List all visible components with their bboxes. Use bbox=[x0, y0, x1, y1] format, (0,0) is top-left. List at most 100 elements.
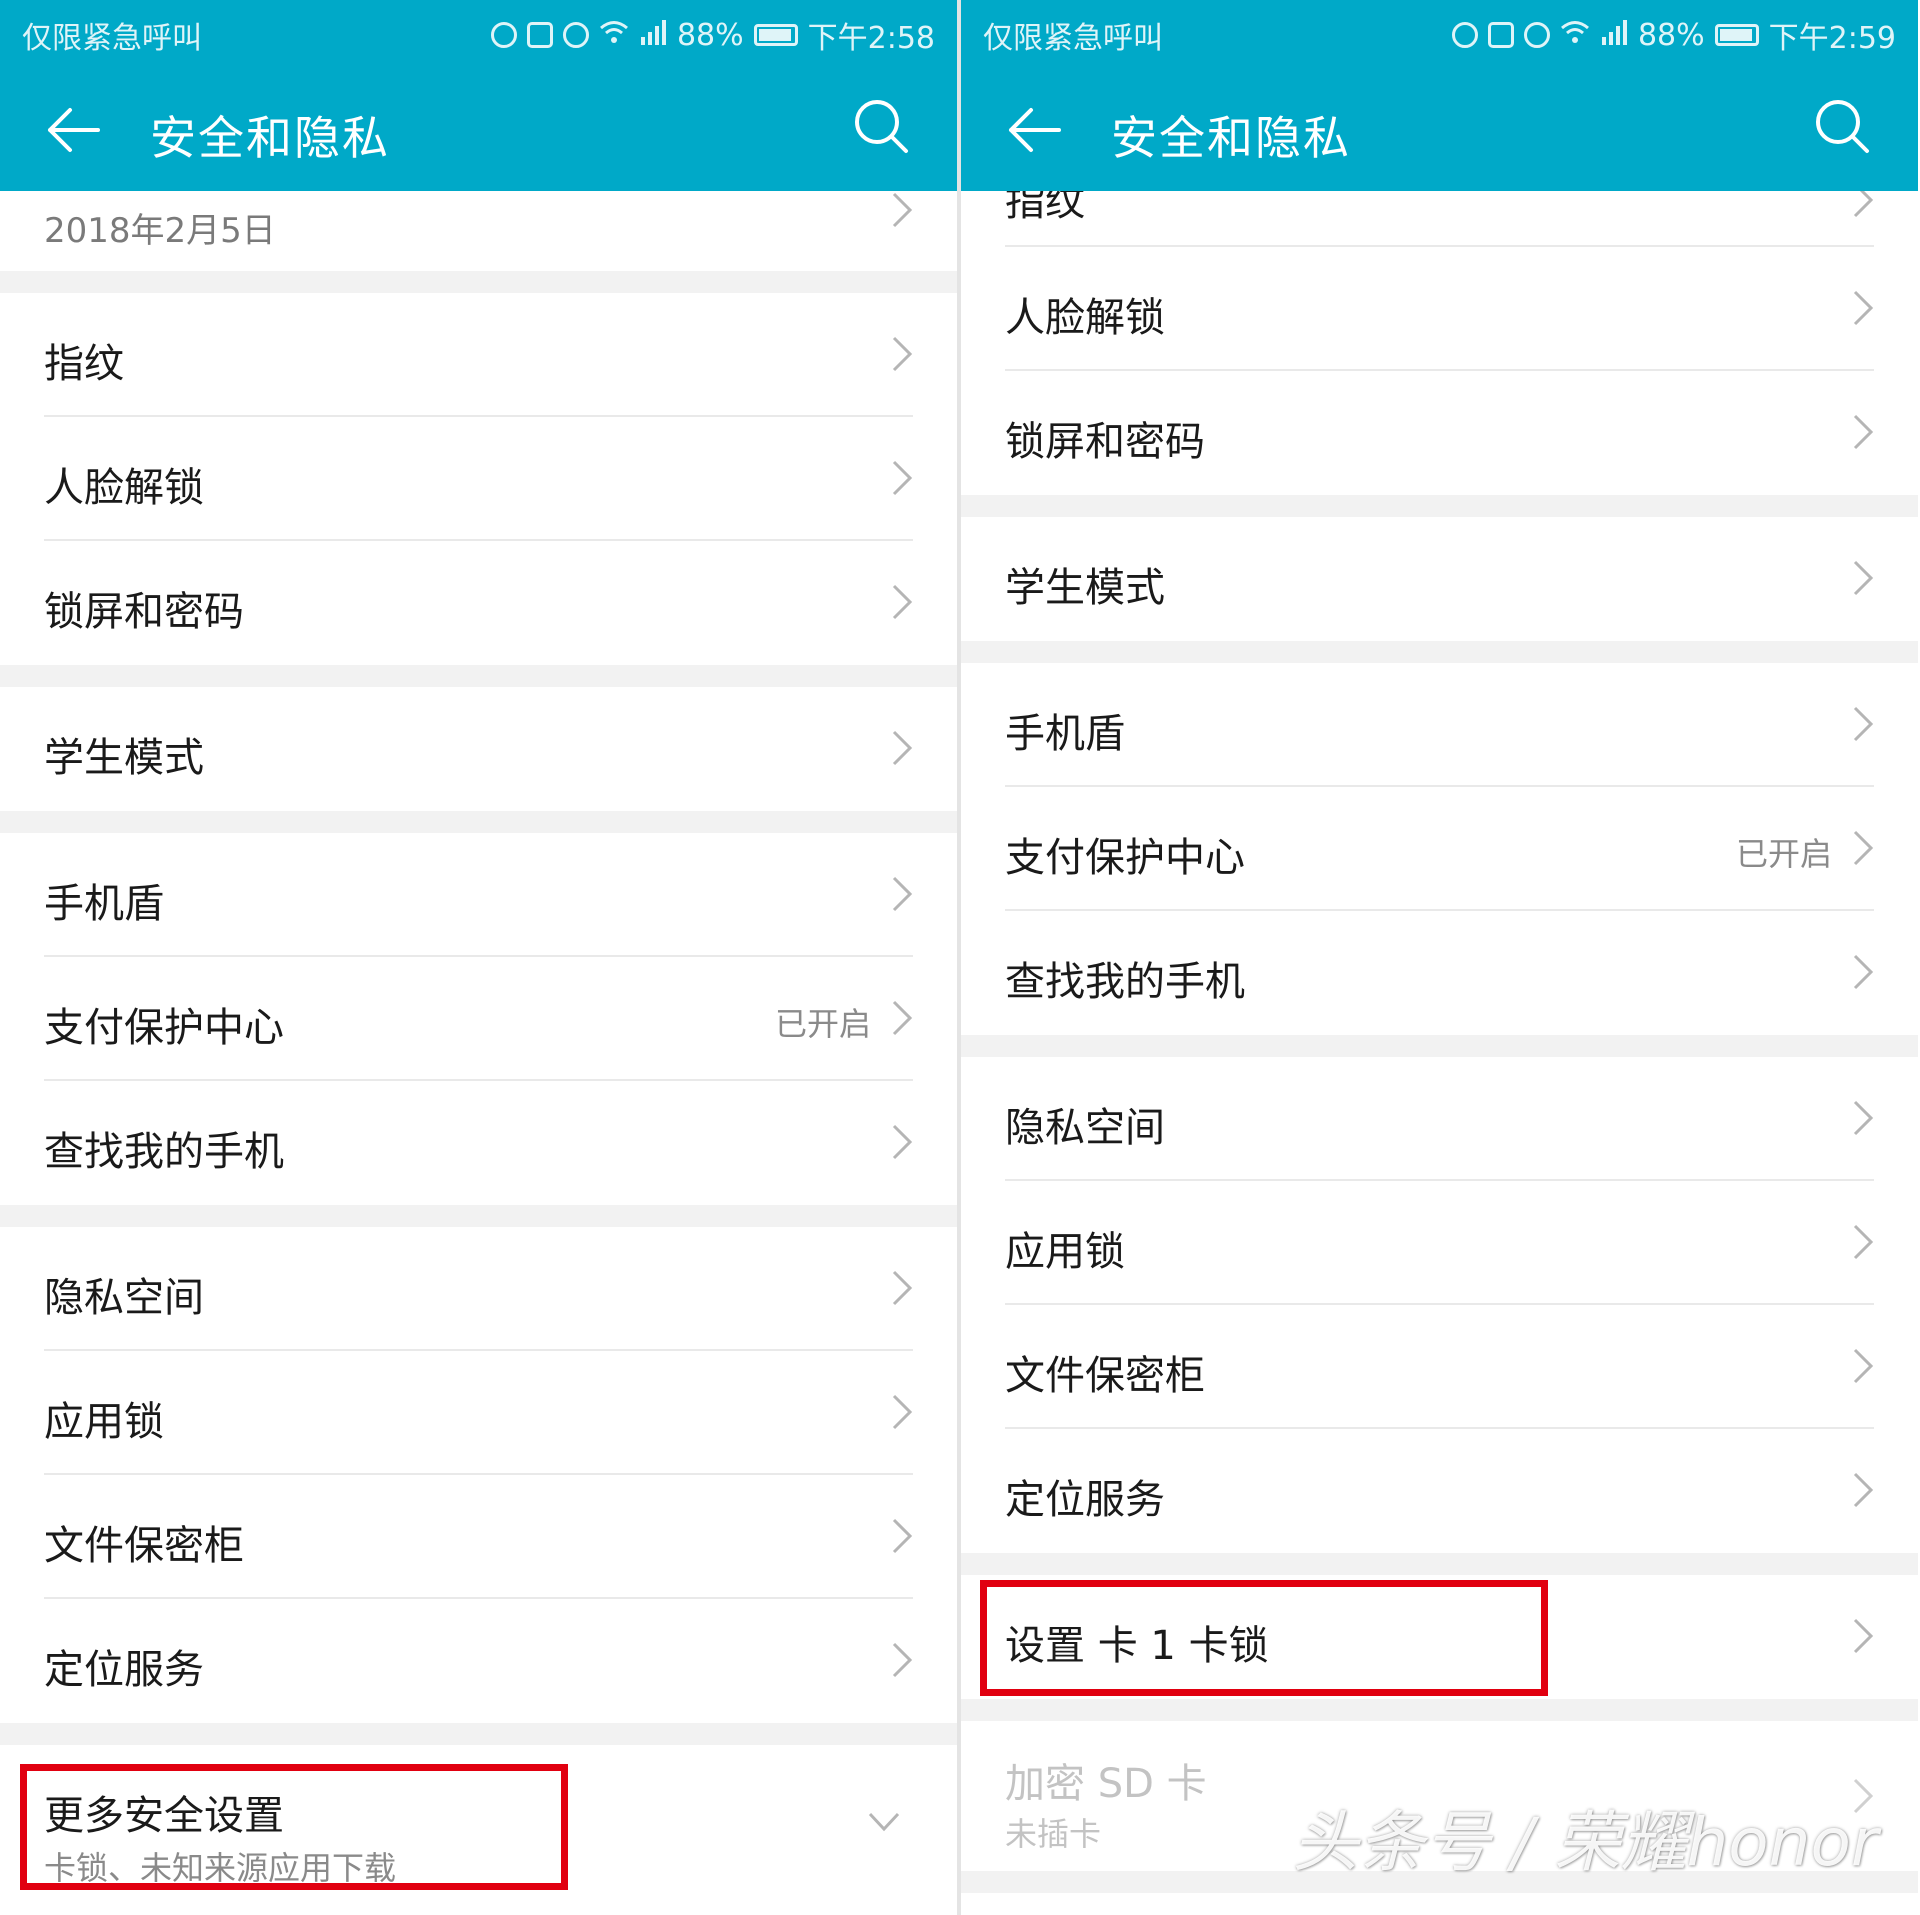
battery-percent: 88% bbox=[1637, 17, 1705, 53]
app-bar: 仅限紧急呼叫 88% 下午2:59 安全和隐私 bbox=[961, 0, 1918, 191]
list-item-student-mode[interactable]: 学生模式 bbox=[0, 687, 957, 811]
list-item-phone-shield[interactable]: 手机盾 bbox=[0, 833, 957, 957]
wifi-icon bbox=[599, 18, 629, 53]
list-item-private-space[interactable]: 隐私空间 bbox=[0, 1227, 957, 1351]
nfc-icon bbox=[526, 22, 553, 48]
page-title: 安全和隐私 bbox=[150, 111, 390, 165]
chevron-right-icon bbox=[1853, 290, 1874, 326]
chevron-right-icon bbox=[892, 460, 913, 496]
item-label: 查找我的手机 bbox=[1005, 959, 1245, 1005]
app-bar: 仅限紧急呼叫 88% 下午2:58 安全和隐私 bbox=[0, 0, 957, 191]
chevron-right-icon bbox=[1853, 1100, 1874, 1136]
back-arrow-icon[interactable] bbox=[1005, 100, 1065, 160]
date-text: 2018年2月5日 bbox=[44, 211, 276, 251]
signal-icon bbox=[639, 18, 667, 53]
signal-icon bbox=[1600, 18, 1628, 53]
status-icons: 88% 下午2:58 bbox=[490, 13, 935, 57]
item-subtitle: 未插卡 bbox=[1005, 1815, 1102, 1853]
list-item-find-phone[interactable]: 查找我的手机 bbox=[961, 911, 1918, 1035]
list-item-file-safe[interactable]: 文件保密柜 bbox=[0, 1475, 957, 1599]
chevron-right-icon bbox=[892, 876, 913, 912]
clock: 下午2:59 bbox=[1768, 21, 1896, 56]
chevron-down-icon bbox=[868, 1812, 900, 1832]
chevron-right-icon bbox=[892, 1642, 913, 1678]
list-item-date[interactable]: 2018年2月5日 bbox=[0, 191, 957, 271]
list-item-lock-screen[interactable]: 锁屏和密码 bbox=[0, 541, 957, 665]
list-item-fingerprint[interactable]: 指纹 bbox=[961, 179, 1918, 247]
chevron-right-icon bbox=[1853, 706, 1874, 742]
item-label: 文件保密柜 bbox=[1005, 1353, 1205, 1399]
list-item-payment-center[interactable]: 支付保护中心 已开启 bbox=[961, 787, 1918, 911]
page-title: 安全和隐私 bbox=[1111, 111, 1351, 165]
headphone-icon bbox=[1451, 22, 1478, 48]
back-arrow-icon[interactable] bbox=[44, 100, 104, 160]
section-gap bbox=[0, 1205, 957, 1227]
chevron-right-icon bbox=[1853, 1618, 1874, 1654]
list-item-location[interactable]: 定位服务 bbox=[961, 1429, 1918, 1553]
chevron-right-icon bbox=[1853, 1348, 1874, 1384]
right-screen: 仅限紧急呼叫 88% 下午2:59 安全和隐私 指纹 人脸解锁 锁屏和密码 学生… bbox=[961, 0, 1918, 1915]
item-label: 锁屏和密码 bbox=[1005, 419, 1205, 465]
item-label: 锁屏和密码 bbox=[44, 589, 244, 635]
chevron-right-icon bbox=[1853, 560, 1874, 596]
status-icons: 88% 下午2:59 bbox=[1451, 13, 1896, 57]
item-label: 手机盾 bbox=[1005, 711, 1125, 757]
list-item-location[interactable]: 定位服务 bbox=[0, 1599, 957, 1723]
settings-list: 2018年2月5日 指纹 人脸解锁 锁屏和密码 学生模式 手机盾 支付保护中心 … bbox=[0, 191, 957, 1905]
item-label: 定位服务 bbox=[44, 1647, 204, 1693]
list-item-face-unlock[interactable]: 人脸解锁 bbox=[961, 247, 1918, 371]
chevron-right-icon bbox=[892, 192, 913, 228]
search-icon[interactable] bbox=[1812, 96, 1872, 156]
clock: 下午2:58 bbox=[807, 21, 935, 56]
battery-percent: 88% bbox=[676, 17, 744, 53]
list-item-face-unlock[interactable]: 人脸解锁 bbox=[0, 417, 957, 541]
chevron-right-icon bbox=[892, 1270, 913, 1306]
item-label: 学生模式 bbox=[1005, 565, 1165, 611]
eye-comfort-icon bbox=[1523, 22, 1550, 48]
item-label: 人脸解锁 bbox=[44, 465, 204, 511]
section-gap bbox=[0, 1723, 957, 1745]
eye-comfort-icon bbox=[562, 22, 589, 48]
list-item-app-lock[interactable]: 应用锁 bbox=[961, 1181, 1918, 1305]
item-label: 手机盾 bbox=[44, 881, 164, 927]
nfc-icon bbox=[1487, 22, 1514, 48]
status-value: 已开启 bbox=[1735, 835, 1832, 873]
search-icon[interactable] bbox=[851, 96, 911, 156]
item-label: 文件保密柜 bbox=[44, 1523, 244, 1569]
chevron-right-icon bbox=[892, 1124, 913, 1160]
list-item-find-phone[interactable]: 查找我的手机 bbox=[0, 1081, 957, 1205]
emergency-call-text: 仅限紧急呼叫 bbox=[22, 21, 202, 56]
left-screen: 仅限紧急呼叫 88% 下午2:58 安全和隐私 2018年2月5日 指纹 人脸解… bbox=[0, 0, 957, 1915]
section-gap bbox=[961, 1553, 1918, 1575]
item-label: 支付保护中心 bbox=[44, 1005, 284, 1051]
section-gap bbox=[0, 811, 957, 833]
chevron-right-icon bbox=[892, 1518, 913, 1554]
highlight-box-more-security bbox=[20, 1764, 568, 1890]
item-label: 隐私空间 bbox=[44, 1275, 204, 1321]
item-label: 人脸解锁 bbox=[1005, 295, 1165, 341]
list-item-app-lock[interactable]: 应用锁 bbox=[0, 1351, 957, 1475]
list-item-phone-shield[interactable]: 手机盾 bbox=[961, 663, 1918, 787]
emergency-call-text: 仅限紧急呼叫 bbox=[983, 21, 1163, 56]
chevron-right-icon bbox=[892, 1394, 913, 1430]
section-gap bbox=[961, 641, 1918, 663]
list-item-fingerprint[interactable]: 指纹 bbox=[0, 293, 957, 417]
list-item-payment-center[interactable]: 支付保护中心 已开启 bbox=[0, 957, 957, 1081]
list-item-private-space[interactable]: 隐私空间 bbox=[961, 1057, 1918, 1181]
chevron-right-icon bbox=[1853, 414, 1874, 450]
list-item-lock-screen[interactable]: 锁屏和密码 bbox=[961, 371, 1918, 495]
section-gap bbox=[961, 495, 1918, 517]
item-label: 支付保护中心 bbox=[1005, 835, 1245, 881]
status-bar: 仅限紧急呼叫 88% 下午2:59 bbox=[961, 0, 1918, 66]
list-item-file-safe[interactable]: 文件保密柜 bbox=[961, 1305, 1918, 1429]
list-item-student-mode[interactable]: 学生模式 bbox=[961, 517, 1918, 641]
item-label: 应用锁 bbox=[1005, 1229, 1125, 1275]
title-bar: 安全和隐私 bbox=[961, 66, 1918, 191]
title-bar: 安全和隐私 bbox=[0, 66, 957, 191]
battery-icon bbox=[1714, 24, 1759, 46]
chevron-right-icon bbox=[892, 336, 913, 372]
highlight-box-sim-lock bbox=[980, 1580, 1548, 1696]
status-bar: 仅限紧急呼叫 88% 下午2:58 bbox=[0, 0, 957, 66]
status-value: 已开启 bbox=[774, 1005, 871, 1043]
chevron-right-icon bbox=[1853, 830, 1874, 866]
